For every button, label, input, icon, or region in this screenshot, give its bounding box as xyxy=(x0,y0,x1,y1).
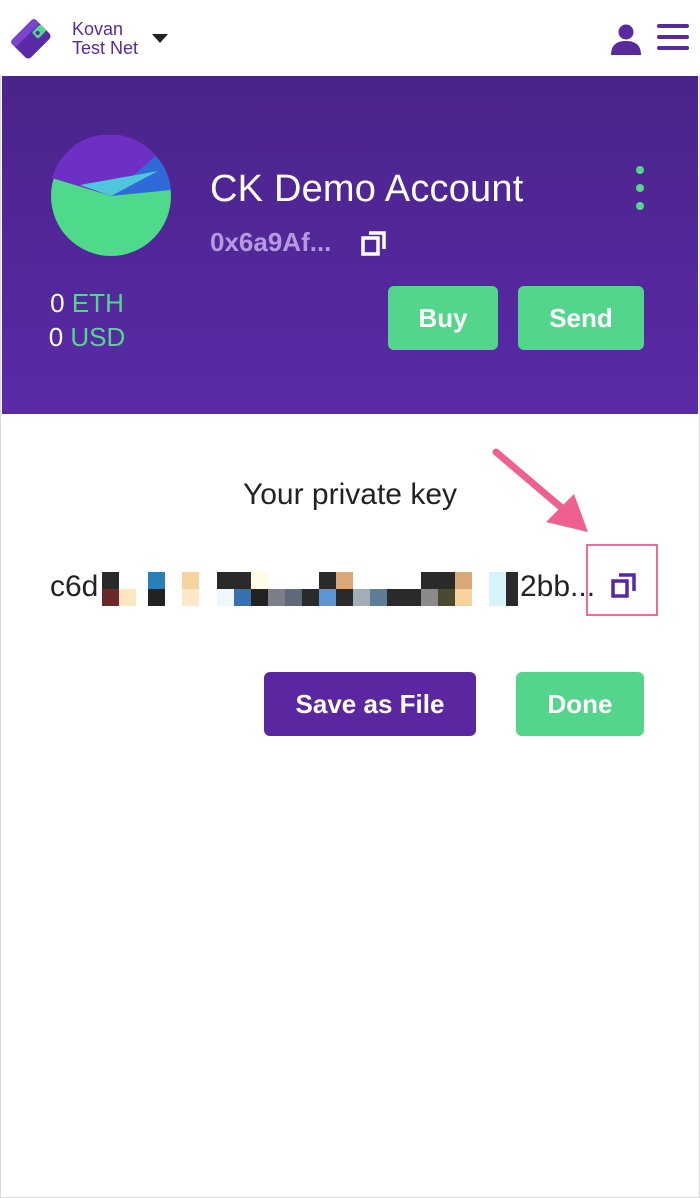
buy-button[interactable]: Buy xyxy=(388,286,498,350)
network-name-line1: Kovan xyxy=(72,19,124,39)
private-key-prefix: c6d xyxy=(50,570,99,603)
account-address[interactable]: 0x6a9Af... xyxy=(210,227,331,258)
account-balances: 0 ETH 0 USD xyxy=(22,286,152,354)
account-name: CK Demo Account xyxy=(210,168,524,210)
account-header: CK Demo Account 0x6a9Af... 0 ETH 0 USD B… xyxy=(2,76,698,414)
account-avatar xyxy=(51,135,171,256)
usd-amount: 0 xyxy=(48,322,64,352)
eth-balance: 0 ETH xyxy=(22,286,152,320)
copy-icon[interactable] xyxy=(360,228,388,258)
hamburger-menu-icon[interactable] xyxy=(657,24,689,52)
annotation-arrow-icon xyxy=(492,448,588,532)
network-name-line2: Test Net xyxy=(72,38,139,58)
eth-unit: ETH xyxy=(71,288,124,318)
redacted-pixelation xyxy=(102,572,518,606)
user-icon[interactable] xyxy=(609,22,643,56)
usd-unit: USD xyxy=(70,322,126,352)
private-key-suffix: 2bb... xyxy=(520,570,596,603)
chevron-down-icon[interactable] xyxy=(152,34,168,43)
copy-icon[interactable] xyxy=(610,570,638,600)
kebab-menu-icon[interactable] xyxy=(632,166,648,222)
wallet-logo-icon[interactable] xyxy=(6,14,56,64)
top-bar: Kovan Test Net xyxy=(0,0,700,76)
done-button[interactable]: Done xyxy=(516,672,644,736)
save-as-file-button[interactable]: Save as File xyxy=(264,672,476,736)
usd-balance: 0 USD xyxy=(22,320,152,354)
network-selector[interactable]: Kovan Test Net xyxy=(72,20,138,58)
eth-amount: 0 xyxy=(50,288,65,318)
send-button[interactable]: Send xyxy=(518,286,644,350)
